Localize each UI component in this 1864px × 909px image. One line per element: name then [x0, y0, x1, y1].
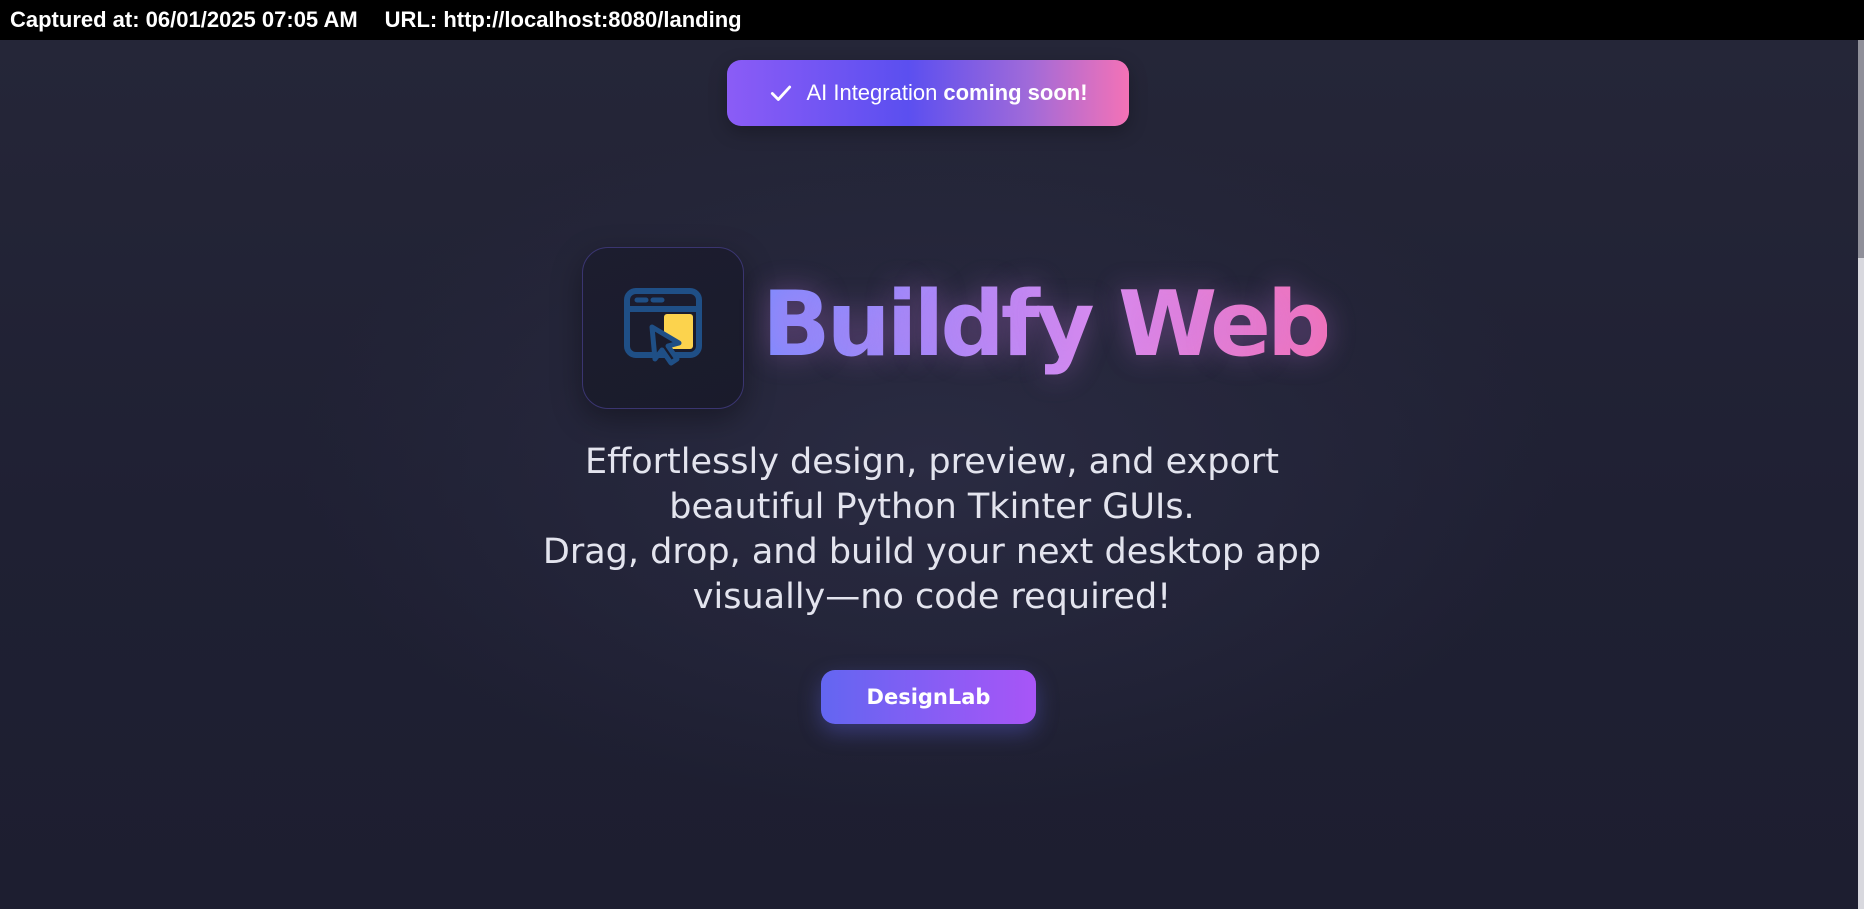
brand-title: Buildfy Web: [762, 270, 1331, 380]
tagline-line: visually—no code required!: [692, 577, 1172, 617]
tagline-line: beautiful Python Tkinter GUIs.: [669, 487, 1195, 527]
app-logo: [582, 247, 744, 409]
announcement-banner: AI Integration coming soon!: [727, 60, 1129, 126]
captured-at-text: Captured at: 06/01/2025 07:05 AM: [10, 7, 358, 32]
capture-info-bar: Captured at: 06/01/2025 07:05 AM URL: ht…: [0, 0, 1864, 40]
banner-text: AI Integration: [806, 80, 938, 105]
designlab-button[interactable]: DesignLab: [821, 670, 1036, 724]
banner-emphasis: coming soon!: [943, 80, 1088, 105]
captured-url-text: URL: http://localhost:8080/landing: [384, 7, 742, 32]
hero-tagline: Effortlessly design, preview, and export…: [432, 440, 1432, 620]
window-cursor-icon: [622, 285, 704, 372]
tagline-line: Effortlessly design, preview, and export: [585, 442, 1279, 482]
check-icon: [768, 80, 794, 106]
page-scrollbar[interactable]: [1858, 40, 1864, 909]
scrollbar-thumb[interactable]: [1858, 40, 1864, 258]
tagline-line: Drag, drop, and build your next desktop …: [542, 532, 1322, 572]
